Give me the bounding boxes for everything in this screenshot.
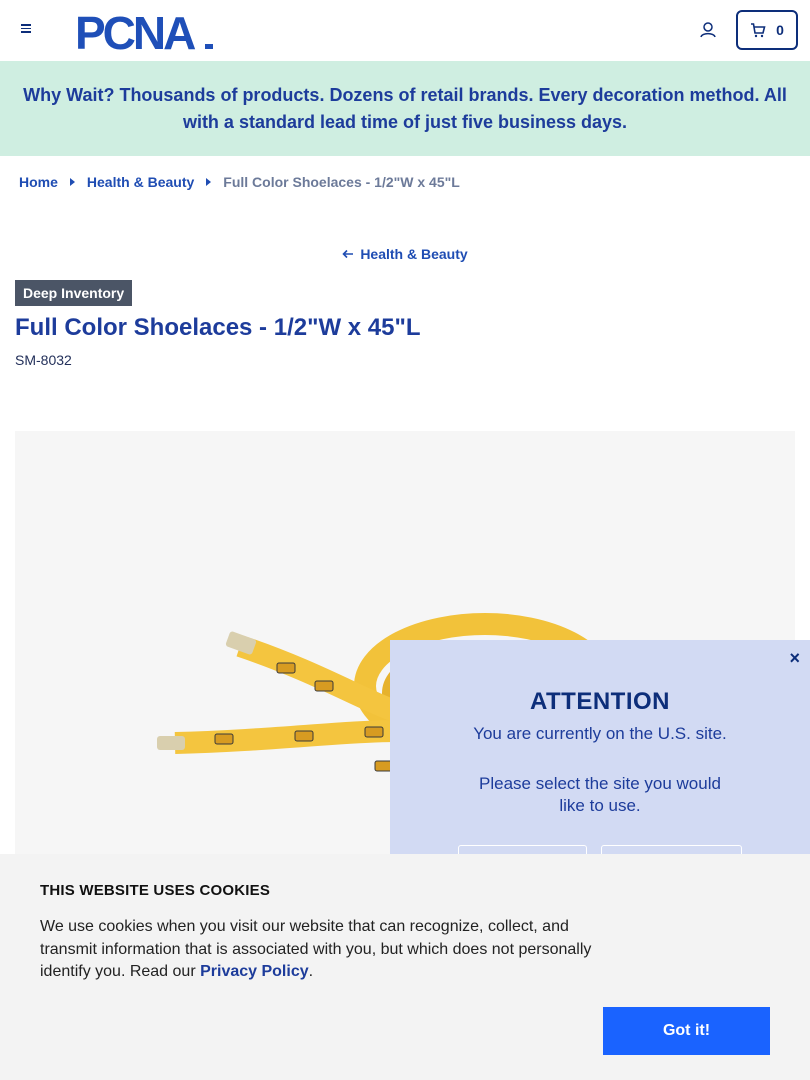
privacy-policy-link[interactable]: Privacy Policy xyxy=(200,963,309,980)
cart-button[interactable]: 0 xyxy=(736,10,798,50)
promo-text: Why Wait? Thousands of products. Dozens … xyxy=(23,84,787,132)
got-it-button[interactable]: Got it! xyxy=(603,1007,770,1055)
cookie-body: We use cookies when you visit our websit… xyxy=(40,918,592,980)
pcna-logo[interactable]: PCNA xyxy=(75,7,225,59)
cart-count: 0 xyxy=(776,22,784,38)
site-header: PCNA 0 xyxy=(0,0,810,61)
account-icon[interactable] xyxy=(696,18,720,42)
cookie-title: THIS WEBSITE USES COOKIES xyxy=(40,882,271,899)
back-to-category-link[interactable]: Health & Beauty xyxy=(342,246,468,262)
cookie-banner: THIS WEBSITE USES COOKIES We use cookies… xyxy=(0,854,810,1080)
product-sku: SM-8032 xyxy=(15,352,72,368)
site-selector-modal: × ATTENTION You are currently on the U.S… xyxy=(390,640,810,885)
breadcrumb-home[interactable]: Home xyxy=(19,174,58,190)
product-title: Full Color Shoelaces - 1/2"W x 45"L xyxy=(15,314,421,341)
menu-icon[interactable] xyxy=(18,20,38,40)
cookie-text: We use cookies when you visit our websit… xyxy=(40,916,610,984)
back-link-label: Health & Beauty xyxy=(360,246,468,262)
arrow-left-icon xyxy=(342,249,354,259)
caret-right-icon xyxy=(69,178,75,186)
breadcrumb: Home Health & Beauty Full Color Shoelace… xyxy=(19,174,460,190)
cookie-end: . xyxy=(308,963,314,980)
inventory-badge: Deep Inventory xyxy=(15,280,133,306)
logo-text: PCNA xyxy=(75,9,195,51)
attention-title: ATTENTION xyxy=(529,688,671,715)
back-link-row: Health & Beauty xyxy=(0,246,810,262)
breadcrumb-category[interactable]: Health & Beauty xyxy=(87,174,194,190)
cart-icon xyxy=(751,23,766,38)
caret-right-icon xyxy=(206,178,212,186)
close-icon[interactable]: × xyxy=(789,648,800,669)
attention-message: You are currently on the U.S. site. xyxy=(473,724,727,743)
attention-subtext: Please select the site you would like to… xyxy=(479,774,721,815)
breadcrumb-current: Full Color Shoelaces - 1/2"W x 45"L xyxy=(223,174,460,190)
promo-banner: Why Wait? Thousands of products. Dozens … xyxy=(0,61,810,156)
